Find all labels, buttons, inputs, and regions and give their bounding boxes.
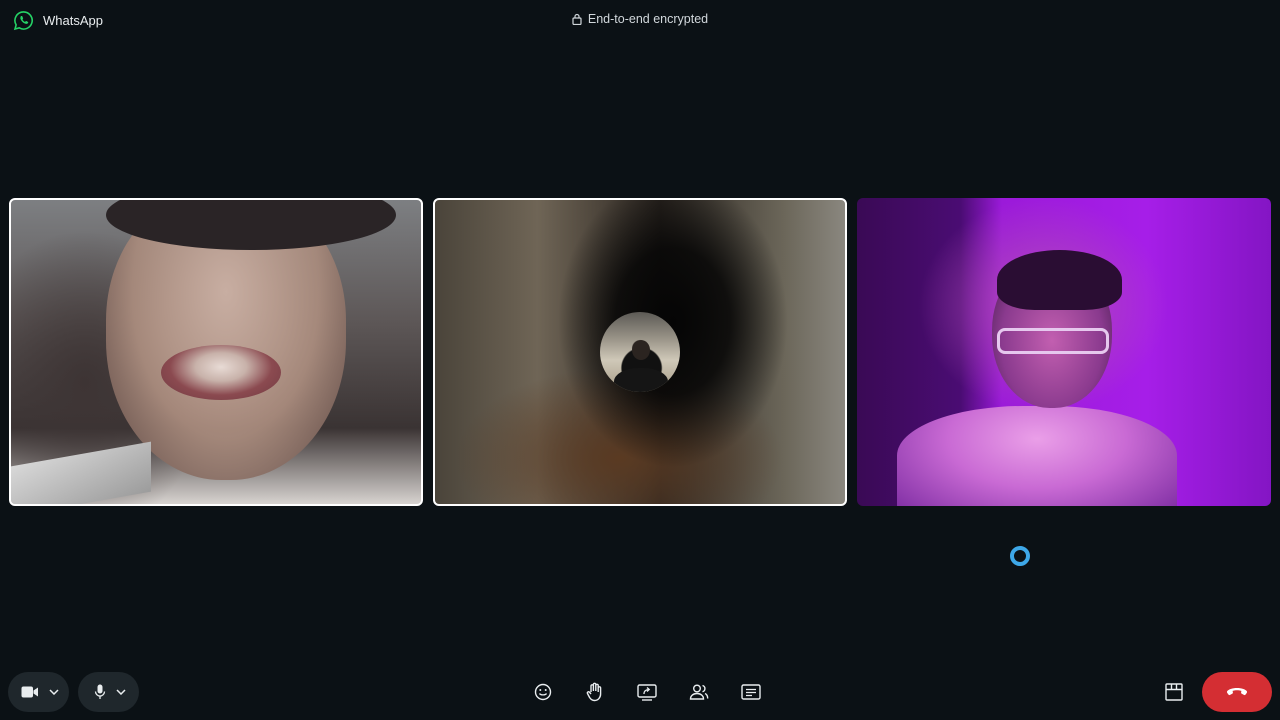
participant-avatar: [600, 312, 680, 392]
video-detail: [897, 406, 1177, 506]
layout-button[interactable]: [1162, 680, 1186, 704]
end-call-button[interactable]: [1202, 672, 1272, 712]
chat-icon[interactable]: [741, 684, 761, 700]
video-detail: [161, 345, 281, 400]
loading-spinner-icon: [1010, 546, 1030, 566]
chat-button[interactable]: [739, 680, 763, 704]
participants-button[interactable]: [687, 680, 711, 704]
avatar-detail: [614, 368, 668, 392]
video-camera-icon[interactable]: [21, 685, 39, 699]
raise-hand-button[interactable]: [583, 680, 607, 704]
video-detail: [997, 250, 1122, 310]
microphone-toggle-button[interactable]: [78, 672, 139, 712]
title-bar: WhatsApp End-to-end encrypted: [0, 0, 1280, 40]
screen-share-icon[interactable]: [637, 683, 657, 701]
people-icon[interactable]: [689, 684, 709, 700]
share-screen-button[interactable]: [635, 680, 659, 704]
lock-icon: [572, 13, 582, 25]
layout-icon[interactable]: [1165, 683, 1183, 701]
video-detail: [997, 328, 1109, 354]
video-detail: [11, 441, 151, 504]
emoji-icon[interactable]: [534, 683, 552, 701]
whatsapp-call-window: WhatsApp End-to-end encrypted: [0, 0, 1280, 720]
participant-video-2[interactable]: [433, 198, 847, 506]
participant-video-1[interactable]: [9, 198, 423, 506]
chevron-down-icon[interactable]: [115, 689, 126, 695]
chevron-down-icon[interactable]: [48, 689, 59, 695]
encryption-label: End-to-end encrypted: [587, 12, 709, 26]
avatar-detail: [632, 340, 650, 360]
participant-video-3[interactable]: [857, 198, 1271, 506]
call-controls: [0, 670, 1280, 714]
microphone-icon[interactable]: [94, 684, 106, 700]
phone-hangup-icon[interactable]: [1226, 687, 1248, 697]
hand-icon[interactable]: [586, 682, 604, 702]
encryption-status: End-to-end encrypted: [0, 12, 1280, 26]
reactions-button[interactable]: [531, 680, 555, 704]
camera-toggle-button[interactable]: [8, 672, 69, 712]
